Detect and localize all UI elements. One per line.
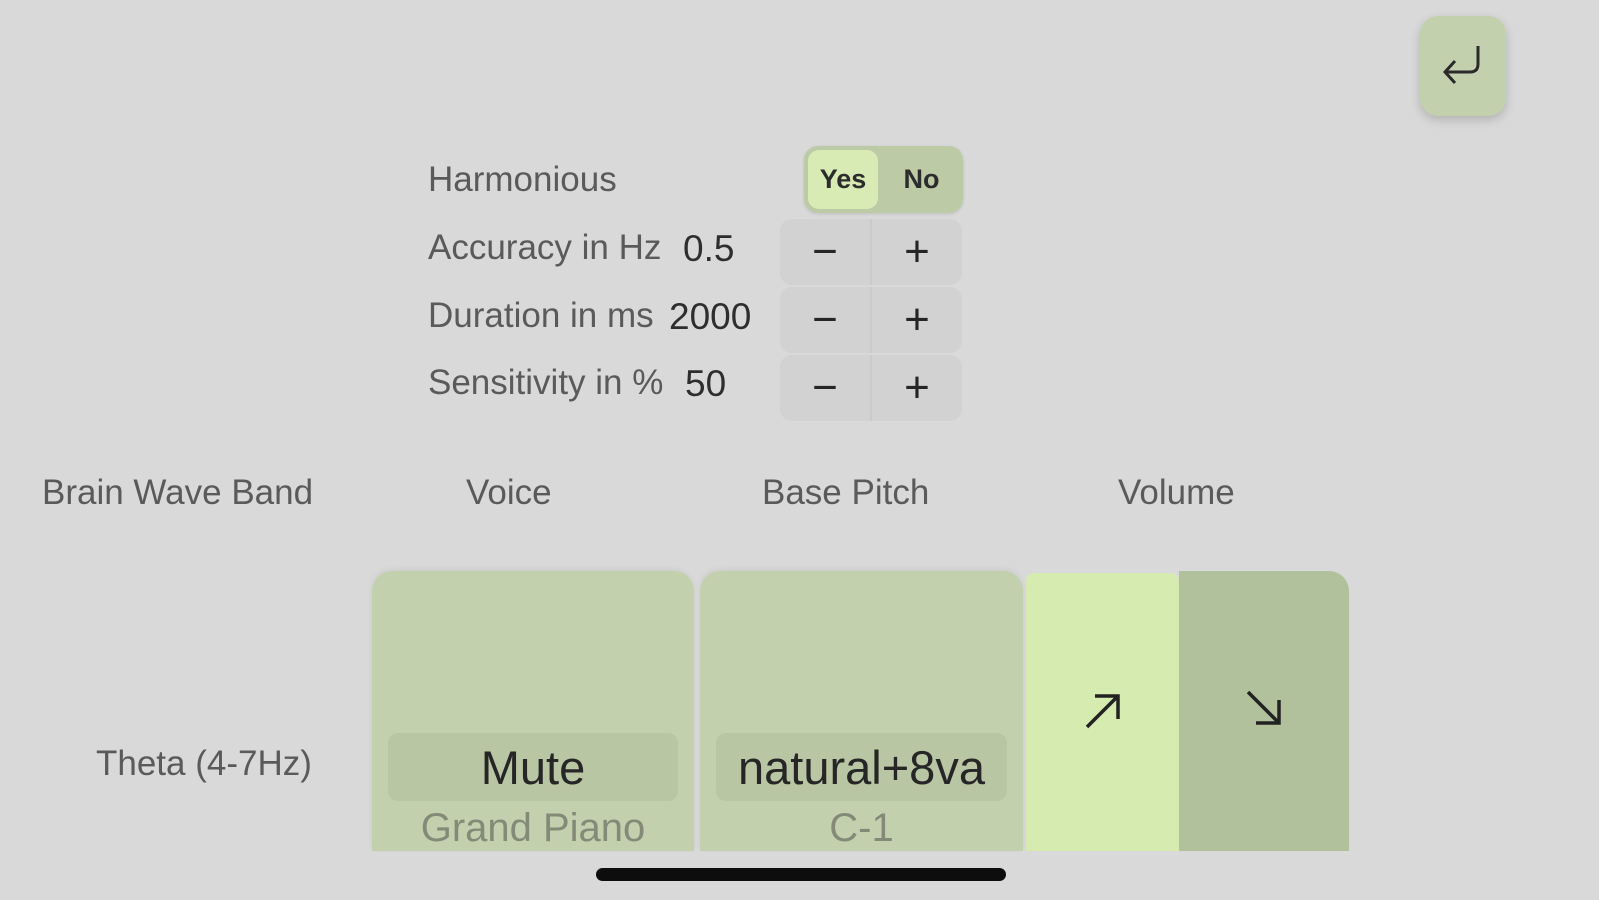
back-button[interactable] [1420, 16, 1506, 116]
harmonious-toggle[interactable]: Yes No [804, 146, 963, 213]
header-voice: Voice [466, 473, 552, 512]
header-brain-wave-band: Brain Wave Band [42, 473, 314, 512]
sensitivity-decrement-button[interactable]: − [780, 355, 872, 421]
harmonious-label: Harmonious [428, 160, 617, 199]
accuracy-label: Accuracy in Hz [428, 228, 662, 267]
sensitivity-label: Sensitivity in % [428, 363, 664, 402]
header-base-pitch: Base Pitch [762, 473, 930, 512]
sensitivity-increment-button[interactable]: + [872, 355, 962, 421]
accuracy-increment-button[interactable]: + [872, 219, 962, 285]
arrow-down-right-icon [1242, 686, 1286, 737]
arrow-up-right-icon [1081, 687, 1125, 738]
band-label-theta: Theta (4-7Hz) [96, 744, 312, 783]
duration-label: Duration in ms [428, 296, 654, 335]
sensitivity-stepper[interactable]: − + [780, 355, 962, 421]
duration-decrement-button[interactable]: − [780, 287, 872, 353]
home-indicator[interactable] [596, 868, 1006, 881]
voice-instrument: Grand Piano [420, 806, 646, 850]
accuracy-stepper[interactable]: − + [780, 219, 962, 285]
pitch-note: C-1 [829, 806, 894, 850]
volume-down-button[interactable] [1179, 571, 1349, 851]
voice-value: Mute [388, 733, 678, 801]
return-arrow-icon [1438, 42, 1488, 91]
harmonious-yes-option[interactable]: Yes [808, 150, 878, 209]
harmonious-no-option[interactable]: No [884, 150, 959, 209]
volume-up-button[interactable] [1026, 573, 1179, 851]
duration-increment-button[interactable]: + [872, 287, 962, 353]
header-volume: Volume [1118, 473, 1235, 512]
pitch-value: natural+8va [716, 733, 1007, 801]
duration-stepper[interactable]: − + [780, 287, 962, 353]
accuracy-value: 0.5 [683, 228, 735, 269]
base-pitch-selector[interactable]: natural+8va C-1 [700, 571, 1023, 851]
duration-value: 2000 [669, 296, 752, 337]
sensitivity-value: 50 [685, 363, 727, 404]
voice-selector[interactable]: Mute Grand Piano [372, 571, 694, 851]
accuracy-decrement-button[interactable]: − [780, 219, 872, 285]
